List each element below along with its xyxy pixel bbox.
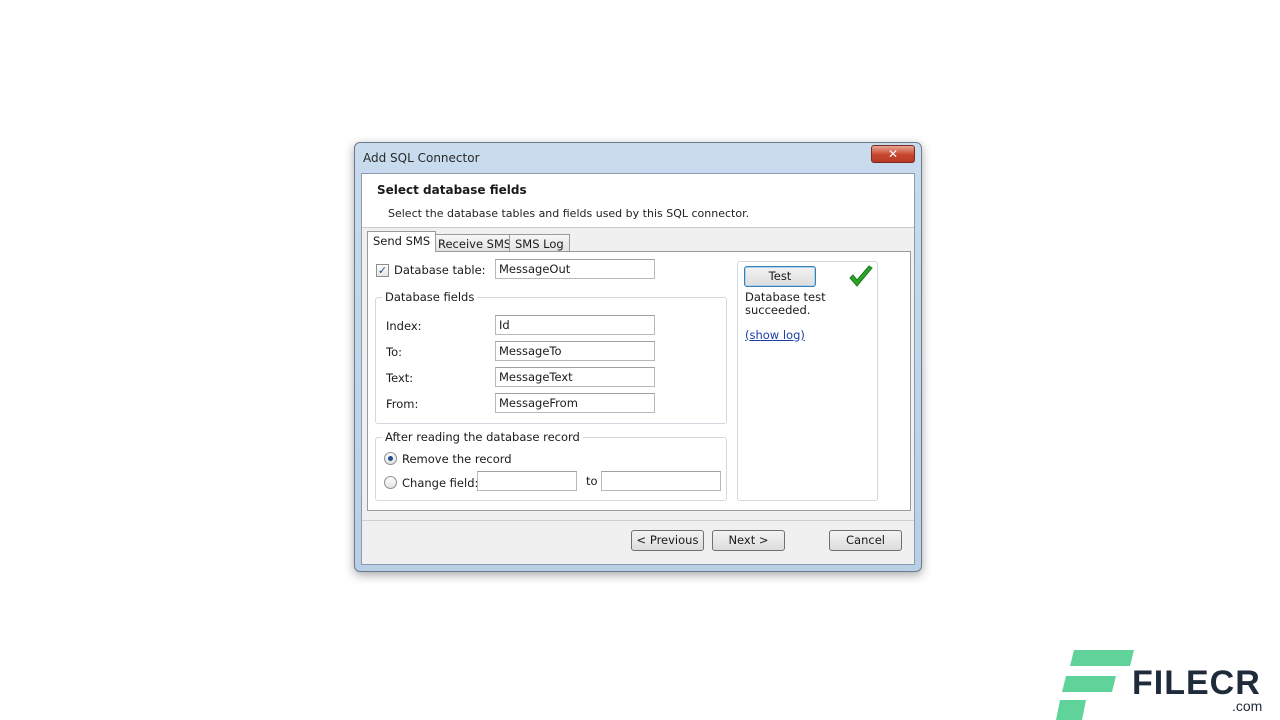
- remove-record-label: Remove the record: [402, 452, 512, 466]
- wizard-header: Select database fields Select the databa…: [362, 174, 914, 228]
- page-subtitle: Select the database tables and fields us…: [388, 207, 750, 220]
- tab-receive-sms[interactable]: Receive SMS: [432, 234, 518, 252]
- test-button[interactable]: Test: [744, 266, 816, 287]
- index-label: Index:: [386, 319, 422, 333]
- from-field-input[interactable]: MessageFrom: [495, 393, 655, 413]
- database-table-checkbox[interactable]: ✓: [376, 264, 389, 277]
- page-title: Select database fields: [377, 183, 527, 197]
- after-reading-group: After reading the database record Remove…: [375, 430, 727, 501]
- tab-sms-log[interactable]: SMS Log: [509, 234, 570, 252]
- close-button[interactable]: ✕: [871, 145, 915, 163]
- title-bar[interactable]: Add SQL Connector ✕: [355, 143, 921, 173]
- to-label: To:: [386, 345, 402, 359]
- change-field-input[interactable]: [477, 471, 577, 491]
- show-log-link[interactable]: (show log): [745, 328, 805, 342]
- to-field-input[interactable]: MessageTo: [495, 341, 655, 361]
- send-sms-panel: ✓ Database table: MessageOut Database fi…: [367, 251, 911, 511]
- text-label: Text:: [386, 371, 414, 385]
- remove-record-radio[interactable]: [384, 452, 397, 465]
- change-to-label: to: [586, 474, 598, 488]
- footer-separator: [362, 520, 914, 521]
- text-field-input[interactable]: MessageText: [495, 367, 655, 387]
- index-field-input[interactable]: Id: [495, 315, 655, 335]
- filecr-watermark: FILECR .com: [1056, 650, 1280, 720]
- from-label: From:: [386, 397, 419, 411]
- dialog-client-area: Select database fields Select the databa…: [361, 173, 915, 565]
- filecr-logo-icon: [1056, 650, 1134, 720]
- tab-send-sms[interactable]: Send SMS: [367, 231, 437, 252]
- database-table-input[interactable]: MessageOut: [495, 259, 655, 279]
- database-fields-group: Database fields Index: Id To: MessageTo …: [375, 290, 727, 424]
- test-panel: Test Database test succeeded. (show log): [737, 261, 878, 501]
- change-to-input[interactable]: [601, 471, 721, 491]
- window-title: Add SQL Connector: [363, 151, 480, 165]
- change-field-radio[interactable]: [384, 476, 397, 489]
- test-status-text: Database test succeeded.: [745, 290, 826, 317]
- checkbox-check-icon: ✓: [377, 264, 388, 277]
- next-button[interactable]: Next >: [712, 530, 785, 551]
- database-fields-legend: Database fields: [382, 290, 478, 304]
- after-reading-legend: After reading the database record: [382, 430, 583, 444]
- add-sql-connector-dialog: Add SQL Connector ✕ Select database fiel…: [354, 142, 922, 572]
- checkmark-icon: [849, 265, 873, 287]
- close-icon: ✕: [887, 147, 899, 161]
- database-table-label: Database table:: [394, 263, 486, 277]
- previous-button[interactable]: < Previous: [631, 530, 704, 551]
- filecr-domain-text: .com: [1232, 698, 1263, 714]
- cancel-button[interactable]: Cancel: [829, 530, 902, 551]
- change-field-label: Change field:: [402, 476, 479, 490]
